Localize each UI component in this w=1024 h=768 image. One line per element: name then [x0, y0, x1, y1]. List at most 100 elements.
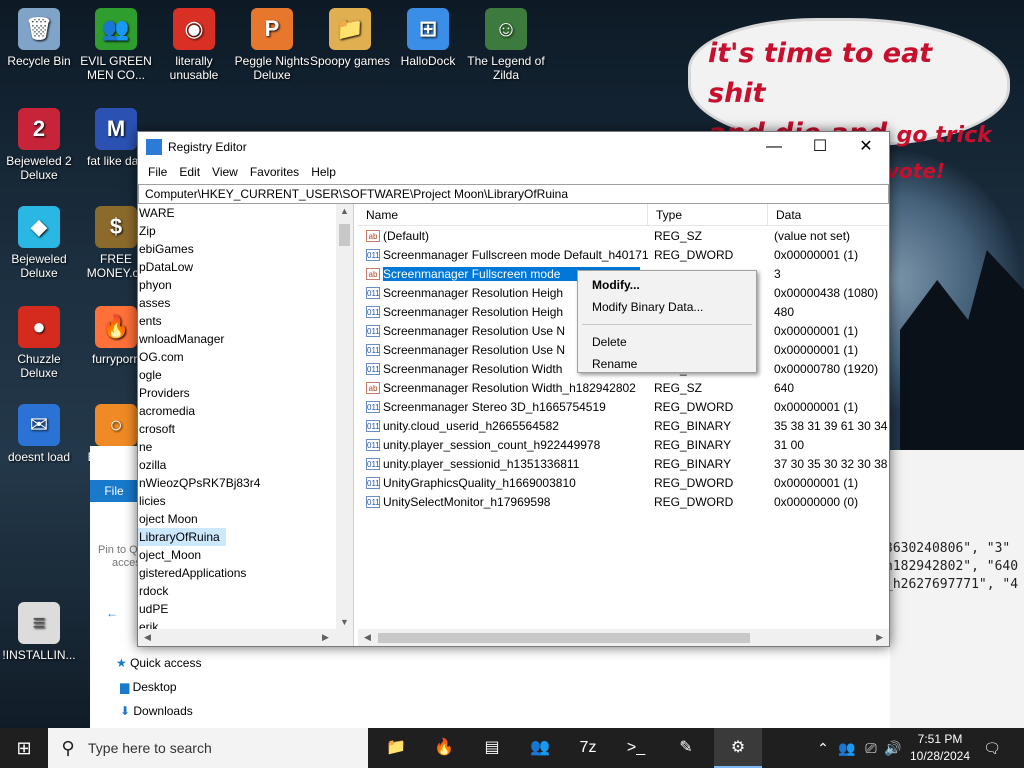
column-type[interactable]: Type	[648, 204, 768, 225]
list-scroll-right-icon[interactable]: ▶	[876, 632, 883, 643]
tree-item[interactable]: crosoft	[138, 420, 353, 438]
context-rename[interactable]: Rename	[578, 353, 756, 375]
address-bar[interactable]: Computer\HKEY_CURRENT_USER\SOFTWARE\Proj…	[138, 184, 889, 204]
registry-editor-window[interactable]: Registry Editor — ☐ ✕ File Edit View Fav…	[137, 131, 890, 647]
titlebar[interactable]: Registry Editor — ☐ ✕	[138, 132, 889, 162]
tree-horizontal-scrollbar[interactable]: ◀ ▶	[138, 629, 353, 646]
table-row[interactable]: 011 unity.player_session_count_h922449978…	[358, 435, 889, 454]
column-data[interactable]: Data	[768, 204, 889, 225]
taskbar-file-explorer-icon[interactable]: 📁	[372, 728, 420, 768]
maximize-button[interactable]: ☐	[797, 132, 843, 162]
tree-item[interactable]: gisteredApplications	[138, 564, 353, 582]
clock[interactable]: 7:51 PM 10/28/2024	[900, 731, 980, 765]
binary-value-icon: 011	[366, 419, 380, 432]
desktop-icon-1[interactable]: 👥 EVIL GREEN MEN CO...	[74, 8, 158, 82]
table-row[interactable]: ab (Default) REG_SZ (value not set)	[358, 226, 889, 245]
notifications-icon[interactable]: 🗨	[980, 728, 1004, 768]
context-delete[interactable]: Delete	[578, 331, 756, 353]
desktop-icon-0[interactable]: 🗑 Recycle Bin	[0, 8, 81, 68]
desktop-icon-11[interactable]: ● Chuzzle Deluxe	[0, 306, 81, 380]
key-tree[interactable]: WARE Zip ebiGames pDataLow phyon asses ents wnl…	[138, 204, 354, 646]
nav-quick-access[interactable]: ★ Quick access	[116, 656, 201, 670]
menu-file[interactable]: File	[142, 165, 173, 179]
tree-item[interactable]: Providers	[138, 384, 353, 402]
context-modify[interactable]: Modify...	[578, 274, 756, 296]
nav-downloads[interactable]: ⬇ Downloads	[120, 704, 193, 718]
tree-item[interactable]: pDataLow	[138, 258, 353, 276]
table-row[interactable]: ab Screenmanager Resolution Width_h182942…	[358, 378, 889, 397]
firefox-icon: 🔥	[434, 739, 454, 756]
desktop-icon-7[interactable]: 2 Bejeweled 2 Deluxe	[0, 108, 81, 182]
context-modify-binary[interactable]: Modify Binary Data...	[578, 296, 756, 318]
tree-item[interactable]: ogle	[138, 366, 353, 384]
scroll-left-icon[interactable]: ◀	[144, 632, 151, 643]
taskbar-firefox-icon[interactable]: 🔥	[420, 728, 468, 768]
taskbar-search[interactable]: ⚲ Type here to search	[48, 728, 368, 768]
desktop-icon-5[interactable]: ⊞ HalloDock	[386, 8, 470, 68]
menu-view[interactable]: View	[206, 165, 244, 179]
table-row[interactable]: 011 UnitySelectMonitor_h17969598 REG_DWORD…	[358, 492, 889, 511]
list-horizontal-scrollbar[interactable]: ◀ ▶	[358, 629, 889, 646]
table-row[interactable]: 011 unity.cloud_userid_h2665564582 REG_BIN…	[358, 416, 889, 435]
taskbar-notepadpp-icon[interactable]: ✎	[662, 728, 710, 768]
network-icon[interactable]: ⎚	[860, 728, 882, 768]
table-row[interactable]: 011 UnityGraphicsQuality_h1669003810 REG_D…	[358, 473, 889, 492]
taskbar-7zip-icon[interactable]: 7z	[564, 728, 612, 768]
desktop-icon-2[interactable]: ◉ literally unusable	[152, 8, 236, 82]
nav-desktop[interactable]: ▆ Desktop	[120, 680, 177, 694]
tree-item[interactable]: rdock	[138, 582, 353, 600]
tree-item[interactable]: Zip	[138, 222, 353, 240]
tree-item[interactable]: ozilla	[138, 456, 353, 474]
tree-row: licies	[138, 492, 353, 510]
desktop-icon-4[interactable]: 📁 Spoopy games	[308, 8, 392, 68]
menu-favorites[interactable]: Favorites	[244, 165, 305, 179]
desktop-icon-9[interactable]: ◆ Bejeweled Deluxe	[0, 206, 81, 280]
tree-item[interactable]: acromedia	[138, 402, 353, 420]
tree-item[interactable]: asses	[138, 294, 353, 312]
pin-to-quick-access[interactable]: Pin to Q	[98, 544, 138, 556]
start-button[interactable]: ⊞	[0, 728, 48, 768]
tree-item[interactable]: ne	[138, 438, 353, 456]
tree-item[interactable]: LibraryOfRuina	[138, 528, 226, 546]
desktop-icon-6[interactable]: ☺ The Legend of Zilda	[464, 8, 548, 82]
tree-item[interactable]: WARE	[138, 204, 353, 222]
tree-item[interactable]: nWieozQPsRK7Bj83r4	[138, 474, 353, 492]
tree-scroll-thumb[interactable]	[339, 224, 350, 246]
file-tab[interactable]: File	[90, 480, 138, 502]
show-hidden-icons-icon[interactable]: ⌃	[812, 728, 834, 768]
taskbar-notepad-icon[interactable]: ▤	[468, 728, 516, 768]
desktop-icon-15[interactable]: ≡ !INSTALLIN...	[0, 602, 81, 662]
scroll-down-icon[interactable]: ▼	[340, 617, 349, 627]
tree-item[interactable]: ebiGames	[138, 240, 353, 258]
binary-value-icon: 011	[366, 400, 380, 413]
tree-item[interactable]: oject Moon	[138, 510, 353, 528]
menu-edit[interactable]: Edit	[173, 165, 206, 179]
taskbar-regedit-icon[interactable]: ⚙	[714, 728, 762, 768]
value-name: unity.player_sessionid_h1351336811	[383, 456, 580, 471]
tray-app-icon[interactable]: 👥	[836, 728, 858, 768]
list-scroll-thumb[interactable]	[378, 633, 750, 643]
tree-item[interactable]: phyon	[138, 276, 353, 294]
tree-item[interactable]: udPE	[138, 600, 353, 618]
scroll-up-icon[interactable]: ▲	[340, 206, 349, 216]
close-button[interactable]: ✕	[843, 132, 889, 162]
taskbar-green-men-icon[interactable]: 👥	[516, 728, 564, 768]
tree-item[interactable]: ents	[138, 312, 353, 330]
minimize-button[interactable]: —	[751, 132, 797, 162]
tree-item[interactable]: oject_Moon	[138, 546, 353, 564]
desktop-icon-3[interactable]: P Peggle Nights Deluxe	[230, 8, 314, 82]
back-arrow-icon[interactable]: ←	[106, 606, 118, 620]
scroll-right-icon[interactable]: ▶	[322, 632, 329, 643]
tree-vertical-scrollbar[interactable]: ▲ ▼	[336, 204, 353, 629]
table-row[interactable]: 011 unity.player_sessionid_h1351336811 REG…	[358, 454, 889, 473]
taskbar-terminal-icon[interactable]: >_	[612, 728, 660, 768]
table-row[interactable]: 011 Screenmanager Stereo 3D_h1665754519 RE…	[358, 397, 889, 416]
tree-item[interactable]: OG.com	[138, 348, 353, 366]
desktop-icon-13[interactable]: ✉ doesnt load	[0, 404, 81, 464]
column-name[interactable]: Name	[358, 204, 648, 225]
tree-item[interactable]: wnloadManager	[138, 330, 353, 348]
menu-help[interactable]: Help	[305, 165, 342, 179]
table-row[interactable]: 011 Screenmanager Fullscreen mode Default…	[358, 245, 889, 264]
tree-item[interactable]: licies	[138, 492, 353, 510]
list-scroll-left-icon[interactable]: ◀	[364, 632, 371, 643]
